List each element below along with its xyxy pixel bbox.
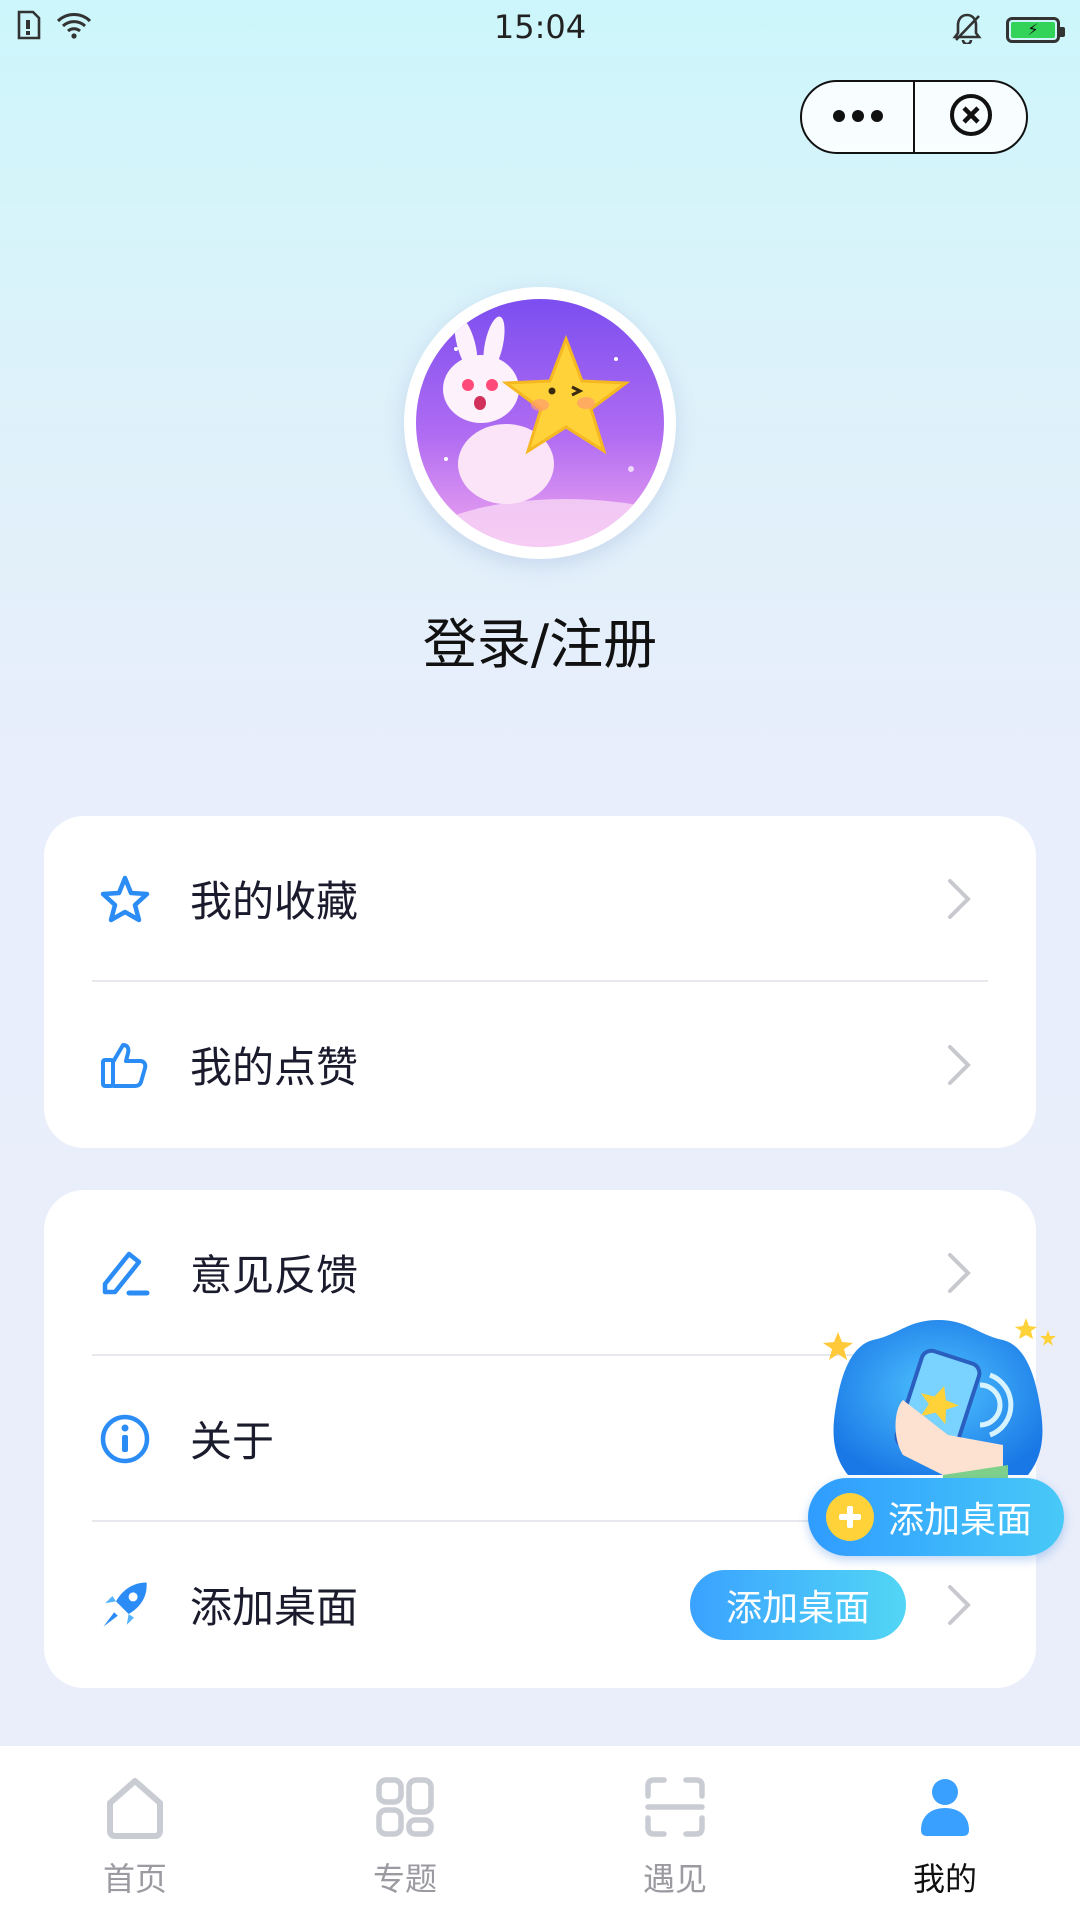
- avatar-image: [416, 299, 664, 547]
- menu-item-label: 我的收藏: [190, 877, 359, 926]
- close-button[interactable]: [915, 82, 1026, 152]
- status-bar: 15:04 ⚡: [0, 0, 1080, 60]
- chevron-right-icon: [948, 878, 971, 919]
- bottom-tab-bar: 首页 专题 遇见 我的: [0, 1746, 1080, 1920]
- tab-label: 遇见: [642, 1860, 707, 1898]
- menu-card-favorites: 我的收藏 我的点赞: [44, 816, 1036, 1148]
- menu-item-favorites[interactable]: 我的收藏: [44, 816, 1036, 981]
- status-time: 15:04: [493, 8, 587, 46]
- tab-home[interactable]: 首页: [0, 1746, 270, 1920]
- chevron-right-icon: [948, 1584, 971, 1625]
- more-dots-icon: [832, 108, 884, 127]
- floating-add-desktop-button[interactable]: 添加桌面: [808, 1478, 1064, 1556]
- home-icon: [100, 1772, 170, 1842]
- menu-item-label: 关于: [190, 1417, 275, 1466]
- login-register-link[interactable]: 登录/注册: [0, 600, 1080, 679]
- rocket-icon: [98, 1578, 152, 1632]
- tab-topics[interactable]: 专题: [270, 1746, 540, 1920]
- info-icon: [98, 1412, 152, 1466]
- user-icon: [910, 1772, 980, 1842]
- tab-label: 专题: [372, 1860, 437, 1898]
- battery-charging-icon: ⚡: [1006, 17, 1065, 43]
- tab-label: 首页: [102, 1860, 167, 1898]
- chevron-right-icon: [948, 1252, 971, 1293]
- thumb-up-icon: [98, 1038, 152, 1092]
- scan-icon: [640, 1772, 710, 1842]
- capsule-menu: [800, 80, 1028, 154]
- add-desktop-button[interactable]: 添加桌面: [690, 1569, 906, 1640]
- tab-label: 我的: [912, 1860, 977, 1898]
- topics-grid-icon: [370, 1772, 440, 1842]
- feedback-edit-icon: [98, 1246, 152, 1300]
- more-button[interactable]: [802, 82, 913, 152]
- tab-mine[interactable]: 我的: [810, 1746, 1080, 1920]
- floating-add-desktop-label: 添加桌面: [888, 1500, 1033, 1541]
- chevron-right-icon: [948, 1044, 971, 1085]
- close-circle-icon: [947, 91, 995, 143]
- menu-item-label: 我的点赞: [190, 1043, 359, 1092]
- avatar[interactable]: [404, 287, 676, 559]
- star-icon: [98, 872, 152, 926]
- menu-item-likes[interactable]: 我的点赞: [44, 982, 1036, 1147]
- tab-meet[interactable]: 遇见: [540, 1746, 810, 1920]
- bell-muted-icon: [952, 12, 982, 48]
- menu-item-label: 意见反馈: [190, 1251, 359, 1300]
- plus-icon: [826, 1493, 874, 1541]
- menu-item-label: 添加桌面: [190, 1583, 359, 1632]
